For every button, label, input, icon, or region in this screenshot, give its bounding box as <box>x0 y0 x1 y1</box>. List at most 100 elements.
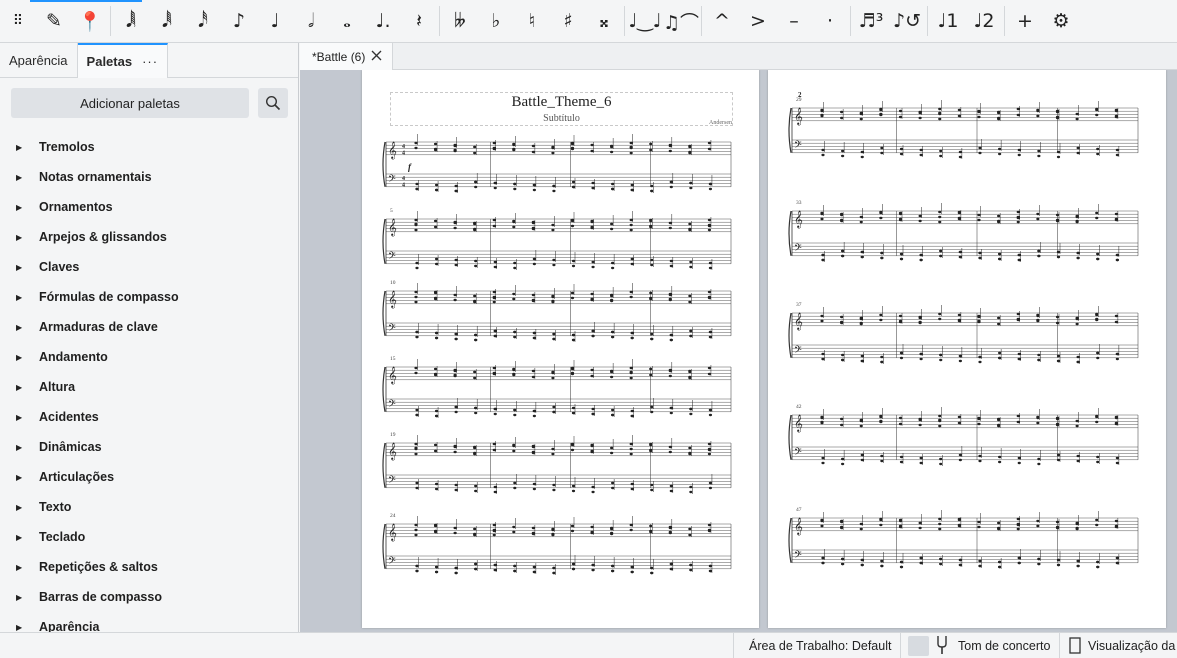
svg-text:𝄞: 𝄞 <box>794 107 803 125</box>
palette-item-label: Ornamentos <box>39 200 113 214</box>
staff-system[interactable]: 𝄞 𝄢 4 4 4 4 f <box>382 134 733 208</box>
palette-item[interactable]: ▶ Articulações <box>0 462 298 492</box>
measure-number: 15 <box>390 356 396 362</box>
close-icon[interactable] <box>370 49 383 62</box>
svg-text:𝄞: 𝄞 <box>794 517 803 535</box>
staff-system[interactable]: 𝄞 𝄢 10 <box>382 280 733 357</box>
duration-32nd-icon[interactable]: 𝅘𝅥𝅱 <box>149 3 185 39</box>
staff-system[interactable]: 𝄞 𝄢 47 <box>788 507 1140 584</box>
palette-item-label: Arpejos & glissandos <box>39 230 167 244</box>
duration-64th-icon[interactable]: 𝅘𝅥𝅲 <box>113 3 149 39</box>
document-tab[interactable]: *Battle (6) <box>300 43 393 70</box>
double-sharp-icon[interactable]: 𝄪 <box>586 3 622 39</box>
staff-system[interactable]: 𝄞 𝄢 37 <box>788 302 1140 379</box>
tie-icon[interactable]: ♩‿♩ <box>627 3 663 39</box>
dynamic-marking[interactable]: f <box>408 162 411 172</box>
settings-gear-icon[interactable]: ⚙ <box>1043 3 1079 39</box>
staff-system[interactable]: 𝄞 𝄢 15 <box>382 356 733 433</box>
measure-number: 29 <box>796 97 802 103</box>
palette-item[interactable]: ▶ Arpejos & glissandos <box>0 222 298 252</box>
staff-system[interactable]: 𝄞 𝄢 19 <box>382 432 733 509</box>
score-page-2[interactable]: 2 𝄞 𝄢 29 𝄞 𝄢 33 𝄞 𝄢 37 𝄞 𝄢 42 𝄞 𝄢 47 <box>768 70 1166 628</box>
more-options-icon[interactable]: ··· <box>142 54 158 69</box>
toolbar-separator <box>701 6 702 36</box>
expand-arrow-icon: ▶ <box>16 442 23 452</box>
augmentation-dot-icon[interactable]: ♩. <box>365 3 401 39</box>
panel-tabs: Aparência Paletas ··· <box>0 43 298 78</box>
staff-system[interactable]: 𝄞 𝄢 33 <box>788 200 1140 277</box>
workspace-selector[interactable]: Área de Trabalho: Default <box>749 639 891 653</box>
palette-item-label: Dinâmicas <box>39 440 102 454</box>
expand-arrow-icon: ▶ <box>16 382 23 392</box>
rest-input-pin-icon[interactable]: 📍 <box>72 3 108 39</box>
marcato-icon[interactable]: ^ <box>704 3 740 39</box>
palette-item[interactable]: ▶ Claves <box>0 252 298 282</box>
score-canvas[interactable]: Battle_Theme_6 Subtítulo Andersen 𝄞 𝄢 4 4 4 4… <box>300 70 1177 632</box>
duration-quarter-icon[interactable]: ♩ <box>257 3 293 39</box>
svg-text:𝄢: 𝄢 <box>388 474 396 488</box>
svg-text:𝄞: 𝄞 <box>388 442 397 460</box>
flip-direction-icon[interactable]: ♪↺ <box>889 3 925 39</box>
palette-item[interactable]: ▶ Acidentes <box>0 402 298 432</box>
tenuto-icon[interactable]: – <box>776 3 812 39</box>
tab-appearance[interactable]: Aparência <box>0 43 78 78</box>
svg-text:4: 4 <box>402 144 405 150</box>
palette-item[interactable]: ▶ Barras de compasso <box>0 582 298 612</box>
score-page-1[interactable]: Battle_Theme_6 Subtítulo Andersen 𝄞 𝄢 4 4 4 4… <box>362 70 759 628</box>
double-flat-icon[interactable]: 𝄫 <box>442 3 478 39</box>
duration-16th-icon[interactable]: 𝅘𝅥𝅰 <box>185 3 221 39</box>
natural-icon[interactable]: ♮ <box>514 3 550 39</box>
palette-item[interactable]: ▶ Altura <box>0 372 298 402</box>
palette-item[interactable]: ▶ Armaduras de clave <box>0 312 298 342</box>
document-tab-label: *Battle (6) <box>312 49 366 64</box>
accent-icon[interactable]: > <box>740 3 776 39</box>
rest-icon[interactable]: 𝄽 <box>401 3 437 39</box>
voice-1-icon[interactable]: ♩1 <box>930 3 966 39</box>
palette-item[interactable]: ▶ Fórmulas de compasso <box>0 282 298 312</box>
staff-system[interactable]: 𝄞 𝄢 42 <box>788 404 1140 481</box>
palette-item[interactable]: ▶ Ornamentos <box>0 192 298 222</box>
concert-pitch-toggle[interactable] <box>908 636 929 656</box>
measure-number: 5 <box>390 208 393 214</box>
title-frame[interactable]: Battle_Theme_6 Subtítulo <box>390 92 733 126</box>
palette-item[interactable]: ▶ Notas ornamentais <box>0 162 298 192</box>
active-mode-indicator <box>30 0 142 2</box>
palette-item[interactable]: ▶ Texto <box>0 492 298 522</box>
tab-palettes[interactable]: Paletas ··· <box>77 43 169 78</box>
svg-text:𝄢: 𝄢 <box>388 173 396 187</box>
score-title[interactable]: Battle_Theme_6 <box>391 94 732 111</box>
add-palettes-button[interactable]: Adicionar paletas <box>11 88 249 118</box>
svg-text:𝄢: 𝄢 <box>388 322 396 336</box>
palette-search-button[interactable] <box>258 88 288 118</box>
flat-icon[interactable]: ♭ <box>478 3 514 39</box>
add-icon[interactable]: + <box>1007 3 1043 39</box>
measure-number: 19 <box>390 432 396 438</box>
duration-half-icon[interactable]: 𝅗𝅥 <box>293 3 329 39</box>
score-subtitle[interactable]: Subtítulo <box>391 113 732 124</box>
svg-text:𝄢: 𝄢 <box>794 344 802 358</box>
palette-item[interactable]: ▶ Aparência <box>0 612 298 632</box>
staccato-icon[interactable]: · <box>812 3 848 39</box>
palette-item-label: Andamento <box>39 350 108 364</box>
note-input-pencil-icon[interactable]: ✎ <box>36 3 72 39</box>
palette-item[interactable]: ▶ Tremolos <box>0 132 298 162</box>
tuplet-icon[interactable]: ♬³ <box>853 3 889 39</box>
view-mode-selector[interactable]: Visualização da p <box>1088 639 1177 653</box>
staff-system[interactable]: 𝄞 𝄢 29 <box>788 97 1140 174</box>
score-composer[interactable]: Andersen <box>709 120 732 126</box>
sharp-icon[interactable]: ♯ <box>550 3 586 39</box>
staff-system[interactable]: 𝄞 𝄢 5 <box>382 208 733 285</box>
palette-item[interactable]: ▶ Repetições & saltos <box>0 552 298 582</box>
voice-2-icon[interactable]: ♩2 <box>966 3 1002 39</box>
slur-icon[interactable]: ♫⌒ <box>663 3 699 39</box>
palette-item-label: Texto <box>39 500 72 514</box>
palette-item[interactable]: ▶ Dinâmicas <box>0 432 298 462</box>
duration-eighth-icon[interactable]: ♪ <box>221 3 257 39</box>
palette-item[interactable]: ▶ Andamento <box>0 342 298 372</box>
expand-arrow-icon: ▶ <box>16 352 23 362</box>
staff-system[interactable]: 𝄞 𝄢 24 <box>382 513 733 590</box>
status-divider <box>1059 633 1060 658</box>
duration-whole-icon[interactable]: 𝅝 <box>329 3 365 39</box>
palette-item-label: Claves <box>39 260 80 274</box>
palette-item[interactable]: ▶ Teclado <box>0 522 298 552</box>
